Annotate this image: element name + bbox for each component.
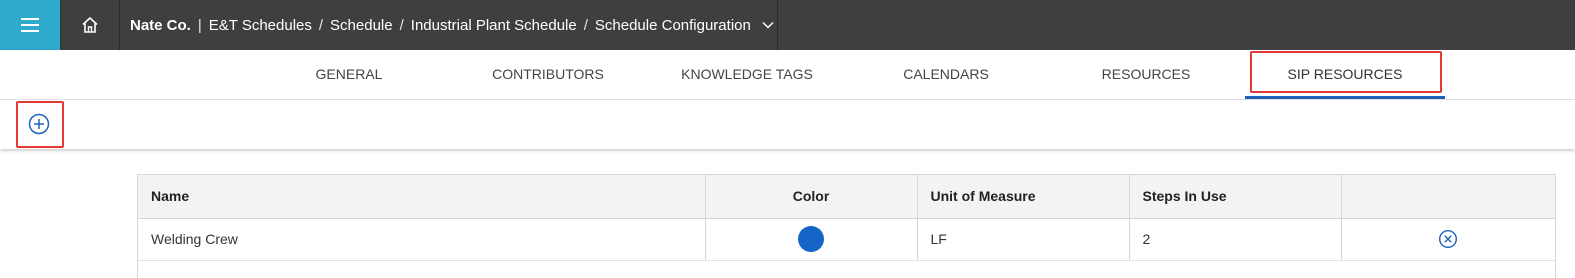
breadcrumb-item[interactable]: Industrial Plant Schedule (411, 17, 577, 34)
tab-knowledge-tags[interactable]: KNOWLEDGE TAGS (666, 50, 828, 100)
breadcrumb-separator: / (583, 16, 588, 34)
breadcrumb-separator: | (197, 16, 202, 34)
breadcrumb-dropdown[interactable] (761, 20, 775, 30)
table-header-row: Name Color Unit of Measure Steps In Use (138, 175, 1555, 219)
column-header-actions (1341, 175, 1555, 219)
column-header-steps[interactable]: Steps In Use (1129, 175, 1342, 219)
cell-color (705, 218, 918, 261)
cell-unit: LF (917, 218, 1130, 261)
color-swatch[interactable] (798, 226, 824, 252)
cell-name: Welding Crew (138, 218, 706, 261)
cell-actions (1341, 218, 1555, 261)
tab-resources[interactable]: RESOURCES (1086, 50, 1206, 100)
tab-calendars[interactable]: CALENDARS (886, 50, 1006, 100)
home-button[interactable] (60, 0, 120, 50)
breadcrumb-separator: / (399, 16, 404, 34)
sip-resources-table: Name Color Unit of Measure Steps In Use … (137, 174, 1556, 278)
chevron-down-icon (762, 21, 774, 29)
remove-circle-icon (1439, 229, 1458, 249)
home-icon (82, 17, 98, 33)
top-bar: Nate Co. | E&T Schedules / Schedule / In… (0, 0, 1575, 50)
column-header-unit[interactable]: Unit of Measure (917, 175, 1130, 219)
tab-general[interactable]: GENERAL (298, 50, 400, 100)
active-tab-indicator (1245, 96, 1445, 99)
remove-row-button[interactable] (1438, 229, 1458, 249)
toolbar (0, 100, 1575, 149)
breadcrumb-separator: / (318, 16, 324, 34)
column-header-name[interactable]: Name (138, 175, 706, 219)
column-header-color[interactable]: Color (705, 175, 918, 219)
tab-bar: GENERAL CONTRIBUTORS KNOWLEDGE TAGS CALE… (0, 50, 1575, 100)
cell-steps: 2 (1129, 218, 1342, 261)
menu-button[interactable] (0, 0, 60, 50)
breadcrumb-org[interactable]: Nate Co. (130, 17, 191, 34)
hamburger-icon (21, 18, 39, 32)
breadcrumb-item[interactable]: E&T Schedules (209, 17, 312, 34)
topbar-divider (777, 0, 778, 50)
breadcrumb-current: Schedule Configuration (594, 16, 751, 34)
table-row[interactable]: Welding Crew LF 2 (138, 218, 1555, 261)
add-resource-button[interactable] (28, 113, 50, 135)
breadcrumb: Nate Co. | E&T Schedules / Schedule / In… (130, 0, 775, 50)
breadcrumb-item[interactable]: Schedule (330, 17, 393, 34)
tab-sip-resources[interactable]: SIP RESOURCES (1270, 50, 1420, 100)
tab-contributors[interactable]: CONTRIBUTORS (478, 50, 618, 100)
add-circle-icon (28, 113, 50, 135)
